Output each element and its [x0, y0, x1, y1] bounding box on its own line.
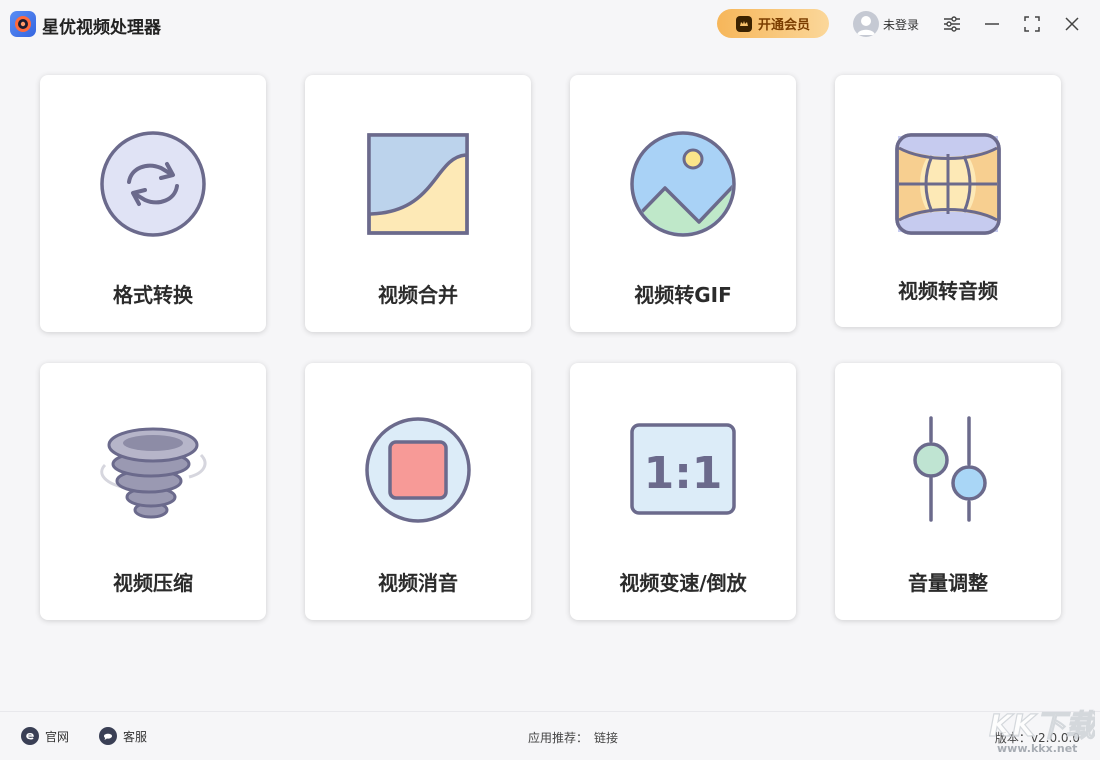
ratio-text: 1:1 [644, 448, 723, 499]
card-video-to-gif[interactable]: 视频转GIF [570, 75, 796, 332]
card-video-to-audio[interactable]: 视频转音频 [835, 75, 1061, 327]
settings-button[interactable] [940, 12, 964, 36]
card-video-compress[interactable]: 视频压缩 [40, 363, 266, 620]
minimize-icon [985, 23, 999, 25]
panorama-icon [835, 129, 1061, 239]
tornado-icon [40, 415, 266, 525]
app-logo-icon [10, 11, 36, 37]
internet-explorer-icon [21, 727, 39, 745]
card-label: 视频合并 [378, 283, 458, 307]
card-video-speed-reverse[interactable]: 1:1 视频变速/倒放 [570, 363, 796, 620]
app-recommend: 应用推荐： 链接 [528, 729, 618, 746]
website-label: 官网 [45, 729, 70, 744]
footer-bar: 官网 客服 应用推荐： 链接 版本：v2.0.0.0 [0, 711, 1100, 760]
crown-icon [735, 15, 752, 32]
convert-icon [40, 129, 266, 239]
card-video-mute[interactable]: 视频消音 [305, 363, 531, 620]
maximize-icon [1024, 16, 1040, 32]
stop-icon [305, 415, 531, 525]
close-icon [1065, 17, 1079, 31]
card-label: 视频消音 [378, 571, 458, 595]
title-bar: 星优视频处理器 开通会员 未登录 [0, 0, 1100, 48]
card-label: 视频转GIF [634, 283, 732, 307]
kkx-watermark-logo: KK下载 www.kkx.net [985, 700, 1100, 756]
sliders-icon [835, 415, 1061, 525]
card-label: 格式转换 [113, 283, 193, 307]
card-label: 音量调整 [908, 571, 988, 595]
vip-button[interactable]: 开通会员 [717, 9, 829, 38]
merge-icon [305, 129, 531, 239]
app-title: 星优视频处理器 [42, 18, 161, 38]
card-label: 视频变速/倒放 [619, 571, 747, 595]
website-link[interactable]: 官网 [21, 727, 69, 745]
login-status: 未登录 [883, 17, 920, 32]
login-button[interactable]: 未登录 [853, 10, 919, 38]
svg-text:KK下载: KK下载 [989, 709, 1095, 744]
chat-bubble-icon [99, 727, 117, 745]
card-label: 视频压缩 [113, 571, 193, 595]
maximize-button[interactable] [1020, 12, 1044, 36]
avatar-icon [853, 11, 879, 37]
close-button[interactable] [1060, 12, 1084, 36]
minimize-button[interactable] [980, 12, 1004, 36]
card-volume-adjust[interactable]: 音量调整 [835, 363, 1061, 620]
recommend-label: 应用推荐： [528, 731, 589, 745]
ratio-icon: 1:1 [570, 415, 796, 525]
support-label: 客服 [123, 729, 148, 744]
card-video-merge[interactable]: 视频合并 [305, 75, 531, 332]
card-format-convert[interactable]: 格式转换 [40, 75, 266, 332]
vip-button-label: 开通会员 [757, 18, 810, 33]
card-label: 视频转音频 [898, 279, 998, 303]
sliders-settings-icon [944, 16, 960, 32]
svg-text:www.kkx.net: www.kkx.net [997, 742, 1077, 755]
image-icon [570, 129, 796, 239]
support-link[interactable]: 客服 [99, 727, 147, 745]
recommend-link[interactable]: 链接 [594, 731, 618, 745]
